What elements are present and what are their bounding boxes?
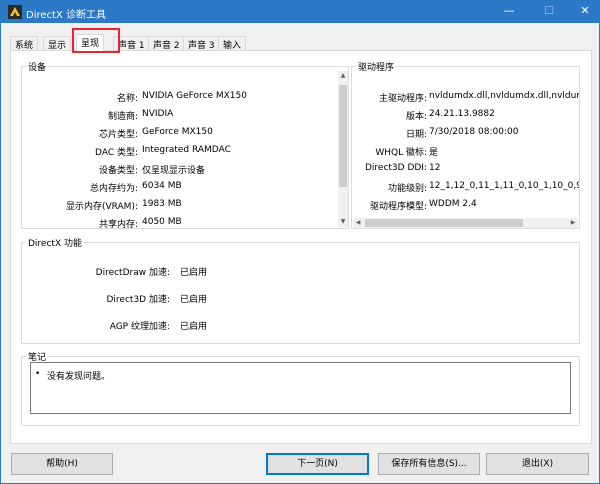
shared-memory-label: 共享内存:: [98, 220, 138, 230]
next-page-button[interactable]: 下一页(N): [266, 453, 369, 475]
device-name-label: 名称:: [116, 94, 138, 104]
note-item: 没有发现问题。: [47, 372, 111, 382]
feature-levels-value: 12_1,12_0,11_1,11_0,10_1,10_0,9_3,9_2: [429, 181, 579, 191]
save-all-info-button[interactable]: 保存所有信息(S)...: [378, 453, 480, 475]
manufacturer-label: 制造商:: [107, 112, 138, 122]
driver-model-value: WDDM 2.4: [429, 199, 477, 209]
help-button[interactable]: 帮助(H): [11, 453, 113, 475]
dac-type-label: DAC 类型:: [95, 148, 138, 158]
exit-button[interactable]: 退出(X): [486, 453, 589, 475]
total-memory-value: 6034 MB: [142, 181, 182, 191]
date-value: 7/30/2018 08:00:00: [429, 127, 519, 137]
vram-label: 显示内存(VRAM):: [65, 202, 138, 212]
scroll-down-arrow-icon[interactable]: ▼: [338, 217, 348, 227]
manufacturer-value: NVIDIA: [142, 109, 174, 119]
device-group: 设备 名称: NVIDIA GeForce MX150 制造商: NVIDIA …: [21, 60, 349, 230]
agp-texture-accel-value: 已启用: [180, 322, 208, 332]
tab-render[interactable]: 呈现: [76, 34, 105, 51]
tab-input[interactable]: 输入: [218, 36, 247, 51]
scroll-right-arrow-icon[interactable]: ▶: [568, 218, 578, 228]
tab-sound-1[interactable]: 声音 1: [113, 36, 150, 51]
device-type-label: 设备类型:: [98, 166, 138, 176]
driver-group-title: 驱动程序: [356, 60, 397, 73]
directx-features-title: DirectX 功能: [26, 236, 84, 249]
note-bullet: •: [35, 369, 41, 379]
device-group-title: 设备: [26, 60, 49, 73]
device-vertical-scrollbar[interactable]: ▲ ▼: [338, 71, 348, 227]
d3d-ddi-value: 12: [429, 163, 441, 173]
scroll-thumb[interactable]: [339, 85, 347, 187]
shared-memory-value: 4050 MB: [142, 217, 182, 227]
date-label: 日期:: [405, 130, 427, 140]
render-tab-page: 设备 名称: NVIDIA GeForce MX150 制造商: NVIDIA …: [10, 50, 592, 444]
total-memory-label: 总内存约为:: [89, 184, 138, 194]
tab-sound-3[interactable]: 声音 3: [183, 36, 220, 51]
dac-type-value: Integrated RAMDAC: [142, 145, 231, 155]
tab-display[interactable]: 显示: [43, 36, 72, 51]
chip-type-label: 芯片类型:: [98, 130, 138, 140]
directdraw-accel-label: DirectDraw 加速:: [95, 268, 170, 278]
whql-value: 是: [429, 148, 439, 158]
window-title: DirectX 诊断工具: [26, 10, 106, 21]
device-name-value: NVIDIA GeForce MX150: [142, 91, 247, 101]
notes-box[interactable]: • 没有发现问题。: [30, 362, 571, 414]
version-value: 24.21.13.9882: [429, 109, 495, 119]
whql-label: WHQL 徽标:: [375, 148, 427, 158]
version-label: 版本:: [405, 112, 427, 122]
d3d-ddi-label: Direct3D DDI:: [364, 163, 427, 173]
agp-texture-accel-label: AGP 纹理加速:: [109, 322, 170, 332]
directx-diagnostic-window: DirectX 诊断工具 — ☐ ✕ 系统 显示 呈现 声音 1 声音 2 声音…: [0, 0, 600, 484]
directdraw-accel-value: 已启用: [180, 268, 208, 278]
tab-system[interactable]: 系统: [10, 36, 39, 51]
vram-value: 1983 MB: [142, 199, 182, 209]
feature-levels-label: 功能级别:: [387, 184, 427, 194]
direct3d-accel-label: Direct3D 加速:: [106, 295, 171, 305]
tab-sound-2[interactable]: 声音 2: [148, 36, 185, 51]
directx-features-group: DirectX 功能 DirectDraw 加速: 已启用 Direct3D 加…: [21, 236, 580, 344]
driver-model-label: 驱动程序模型:: [369, 202, 427, 212]
chip-type-value: GeForce MX150: [142, 127, 213, 137]
title-bar[interactable]: DirectX 诊断工具 — ☐ ✕: [1, 1, 599, 23]
maximize-button[interactable]: ☐: [531, 1, 567, 23]
directx-app-icon: [8, 5, 22, 19]
main-driver-value: nvldumdx.dll,nvldumdx.dll,nvldumdx.d: [429, 91, 579, 101]
scroll-thumb-horizontal[interactable]: [365, 219, 523, 227]
scroll-up-arrow-icon[interactable]: ▲: [338, 71, 348, 81]
driver-horizontal-scrollbar[interactable]: ◀ ▶: [353, 218, 578, 228]
device-type-value: 仅呈现显示设备: [142, 166, 206, 176]
scroll-left-arrow-icon[interactable]: ◀: [353, 218, 363, 228]
driver-group: 驱动程序 主驱动程序: nvldumdx.dll,nvldumdx.dll,nv…: [351, 60, 580, 229]
close-button[interactable]: ✕: [567, 1, 600, 23]
minimize-button[interactable]: —: [491, 1, 527, 23]
direct3d-accel-value: 已启用: [180, 295, 208, 305]
main-driver-label: 主驱动程序:: [378, 94, 427, 104]
